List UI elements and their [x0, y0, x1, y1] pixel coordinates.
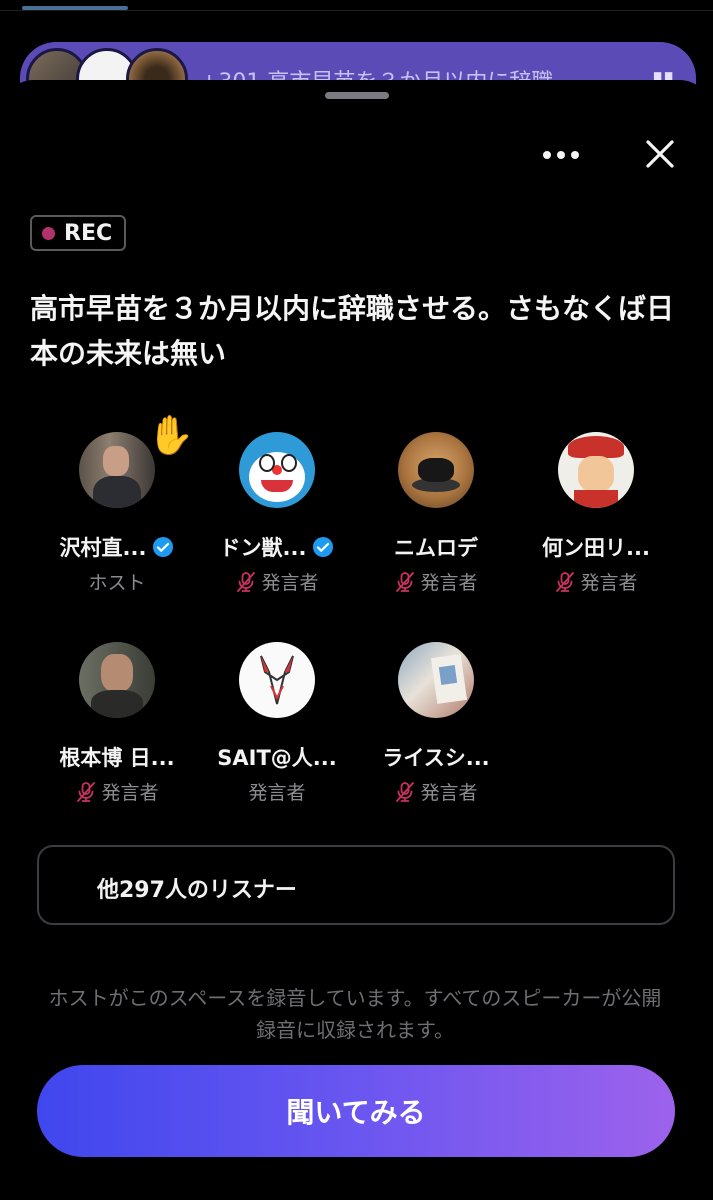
listeners-label: 他297人のリスナー — [97, 878, 297, 903]
speaker-role: ホスト — [88, 572, 146, 594]
close-icon — [646, 140, 674, 168]
anime-character-avatar — [558, 432, 634, 508]
speaker-item[interactable]: ニムロデ 発言者 — [356, 432, 516, 595]
speaker-name: 何ン田リ... — [542, 536, 650, 560]
speaker-name: ニムロデ — [394, 536, 478, 560]
rec-badge: REC — [30, 215, 127, 251]
speaker-name: 沢村直... — [59, 536, 147, 560]
eye-shape — [259, 454, 275, 472]
space-sheet: REC 高市早苗を３か月以内に辞職させる。さもなくば日本の未来は無い ✋ 沢村直… — [0, 80, 713, 1200]
cat-figure-avatar — [398, 432, 474, 508]
recording-notice: ホストがこのスペースを録音しています。すべてのスピーカーが公開録音に収録されます… — [48, 986, 662, 1042]
more-icon-dot — [571, 151, 579, 159]
speaker-role: 発言者 — [580, 572, 638, 594]
speaker-role: 発言者 — [248, 782, 306, 804]
more-icon — [543, 151, 551, 159]
doraemon-avatar — [239, 432, 315, 508]
speaker-role: 発言者 — [101, 782, 159, 804]
man-portrait-avatar — [79, 642, 155, 718]
mic-off-icon — [77, 781, 96, 802]
mic-off-icon — [556, 571, 575, 592]
close-button[interactable] — [640, 134, 680, 174]
more-options-button[interactable] — [536, 138, 586, 172]
book-picture-shape — [438, 664, 458, 686]
speaker-name: ライスシ... — [382, 746, 490, 770]
speaker-item[interactable]: ライスシ... 発言者 — [356, 642, 516, 805]
more-icon-dot — [557, 151, 565, 159]
suit-shape — [91, 690, 143, 718]
mic-off-icon — [237, 571, 256, 592]
mic-off-icon — [396, 781, 415, 802]
speaker-name: ドン獣... — [219, 536, 307, 560]
jacket-shape — [574, 490, 618, 508]
speaker-item[interactable]: 根本博 日... 発言者 — [37, 642, 197, 805]
speaker-item[interactable]: ドン獣... 発言者 — [197, 432, 357, 595]
speaker-role: 発言者 — [261, 572, 319, 594]
sheet-grabber[interactable] — [325, 92, 389, 99]
face-shape — [101, 654, 133, 692]
speaker-role: 発言者 — [420, 782, 478, 804]
cap-shape — [568, 436, 624, 458]
eye-shape — [281, 454, 297, 472]
recording-dot-icon — [42, 226, 55, 240]
mic-off-icon — [396, 571, 415, 592]
speaker-item[interactable]: 何ン田リ... 発言者 — [516, 432, 676, 595]
top-divider — [0, 10, 713, 11]
verified-badge-icon — [153, 537, 174, 557]
speaker-role: 発言者 — [420, 572, 478, 594]
face-shape — [578, 456, 614, 492]
listeners-button[interactable]: 他297人のリスナー — [37, 845, 675, 925]
shirt-shape — [93, 476, 141, 508]
fox-mask-drawing — [260, 655, 294, 705]
speaker-item[interactable]: ✋ 沢村直... ホスト — [37, 416, 197, 595]
speaker-name: 根本博 日... — [59, 746, 175, 770]
verified-badge-icon — [313, 537, 334, 557]
raised-hand-icon: ✋ — [147, 413, 195, 457]
speaker-item[interactable]: SAIT@人... 発言者 — [197, 642, 357, 805]
space-title: 高市早苗を３か月以内に辞職させる。さもなくば日本の未来は無い — [30, 292, 675, 370]
listen-button[interactable]: 聞いてみる — [37, 1065, 675, 1157]
rec-label: REC — [64, 220, 113, 246]
speaker-name: SAIT@人... — [217, 746, 337, 770]
cat-shape — [418, 458, 454, 482]
fox-mask-avatar — [239, 642, 315, 718]
face-shape — [103, 446, 129, 476]
book-photo-avatar — [398, 642, 474, 718]
person-photo-avatar — [79, 432, 155, 508]
